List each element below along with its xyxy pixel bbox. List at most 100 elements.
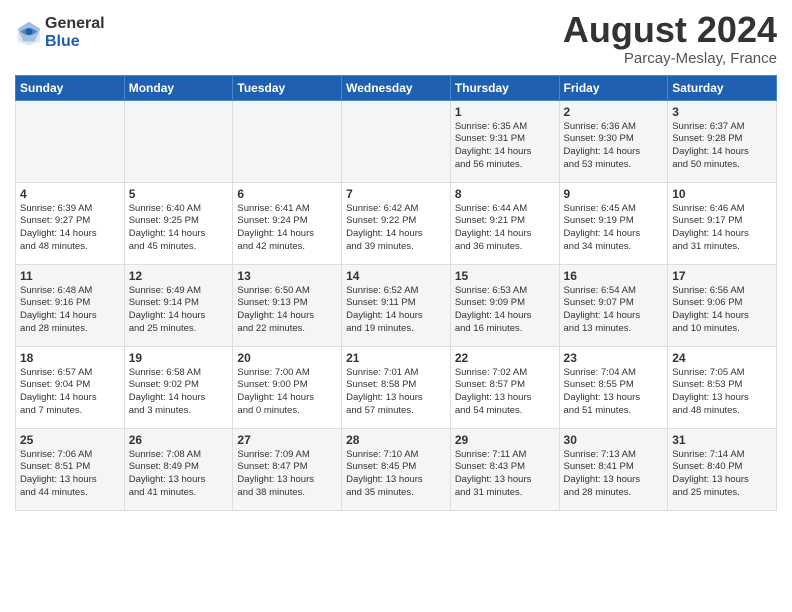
day-number: 27: [237, 433, 337, 447]
calendar-cell: 10 Sunrise: 6:46 AM Sunset: 9:17 PM Dayli…: [668, 182, 777, 264]
calendar-cell: 3Sunrise: 6:37 AM Sunset: 9:28 PM Daylig…: [668, 100, 777, 182]
title-area: August 2024 Parcay-Meslay, France: [563, 10, 777, 67]
header: General Blue August 2024 Parcay-Meslay, …: [15, 10, 777, 67]
calendar-cell: 28Sunrise: 7:10 AM Sunset: 8:45 PM Dayli…: [342, 428, 451, 510]
calendar-cell: 19Sunrise: 6:58 AM Sunset: 9:02 PM Dayli…: [124, 346, 233, 428]
day-number: 29: [455, 433, 555, 447]
logo-blue: Blue: [45, 33, 105, 51]
calendar-cell: [342, 100, 451, 182]
calendar-cell: 22Sunrise: 7:02 AM Sunset: 8:57 PM Dayli…: [450, 346, 559, 428]
day-info: Sunrise: 7:14 AM Sunset: 8:40 PM Dayligh…: [672, 449, 772, 500]
day-info: Sunrise: 7:00 AM Sunset: 9:00 PM Dayligh…: [237, 367, 337, 418]
calendar-cell: 18 Sunrise: 6:57 AM Sunset: 9:04 PM Dayli…: [16, 346, 125, 428]
calendar-cell: 26 Sunrise: 7:08 AM Sunset: 8:49 PM Dayli…: [124, 428, 233, 510]
day-info: Sunrise: 7:11 AM Sunset: 8:43 PM Dayligh…: [455, 449, 555, 500]
day-info: Sunrise: 6:44 AM Sunset: 9:21 PM Dayligh…: [455, 203, 555, 254]
day-info: Sunrise: 6:50 AM Sunset: 9:13 PM Dayligh…: [237, 285, 337, 336]
col-thursday: Thursday: [450, 75, 559, 100]
day-info: Sunrise: 6:45 AM Sunset: 9:19 PM Dayligh…: [564, 203, 664, 254]
day-number: 22: [455, 351, 555, 365]
logo: General Blue: [15, 15, 105, 50]
calendar-cell: 25 Sunrise: 7:06 AM Sunset: 8:51 PM Dayli…: [16, 428, 125, 510]
calendar-cell: 11 Sunrise: 6:48 AM Sunset: 9:16 PM Dayli…: [16, 264, 125, 346]
calendar-cell: 2 Sunrise: 6:36 AM Sunset: 9:30 PM Daylig…: [559, 100, 668, 182]
day-number: 26: [129, 433, 229, 447]
day-number: 1: [455, 105, 555, 119]
col-wednesday: Wednesday: [342, 75, 451, 100]
logo-text: General Blue: [45, 15, 105, 50]
week-row-3: 11 Sunrise: 6:48 AM Sunset: 9:16 PM Dayli…: [16, 264, 777, 346]
month-title: August 2024: [563, 10, 777, 50]
day-number: 10: [672, 187, 772, 201]
calendar-table: Sunday Monday Tuesday Wednesday Thursday…: [15, 75, 777, 511]
calendar-cell: 21 Sunrise: 7:01 AM Sunset: 8:58 PM Dayli…: [342, 346, 451, 428]
calendar-cell: 16Sunrise: 6:54 AM Sunset: 9:07 PM Dayli…: [559, 264, 668, 346]
day-info: Sunrise: 6:42 AM Sunset: 9:22 PM Dayligh…: [346, 203, 446, 254]
calendar-cell: [16, 100, 125, 182]
col-tuesday: Tuesday: [233, 75, 342, 100]
logo-icon: [15, 19, 43, 47]
header-row: Sunday Monday Tuesday Wednesday Thursday…: [16, 75, 777, 100]
day-number: 20: [237, 351, 337, 365]
day-number: 25: [20, 433, 120, 447]
week-row-4: 18 Sunrise: 6:57 AM Sunset: 9:04 PM Dayli…: [16, 346, 777, 428]
day-info: Sunrise: 6:36 AM Sunset: 9:30 PM Dayligh…: [564, 121, 664, 172]
col-sunday: Sunday: [16, 75, 125, 100]
day-number: 9: [564, 187, 664, 201]
day-number: 2: [564, 105, 664, 119]
day-info: Sunrise: 7:01 AM Sunset: 8:58 PM Dayligh…: [346, 367, 446, 418]
day-number: 8: [455, 187, 555, 201]
calendar-cell: 5 Sunrise: 6:40 AM Sunset: 9:25 PM Daylig…: [124, 182, 233, 264]
day-number: 12: [129, 269, 229, 283]
day-info: Sunrise: 6:52 AM Sunset: 9:11 PM Dayligh…: [346, 285, 446, 336]
calendar-cell: 1 Sunrise: 6:35 AM Sunset: 9:31 PM Daylig…: [450, 100, 559, 182]
day-number: 21: [346, 351, 446, 365]
calendar-cell: 23 Sunrise: 7:04 AM Sunset: 8:55 PM Dayli…: [559, 346, 668, 428]
week-row-1: 1 Sunrise: 6:35 AM Sunset: 9:31 PM Daylig…: [16, 100, 777, 182]
day-info: Sunrise: 6:46 AM Sunset: 9:17 PM Dayligh…: [672, 203, 772, 254]
day-info: Sunrise: 7:04 AM Sunset: 8:55 PM Dayligh…: [564, 367, 664, 418]
week-row-2: 4 Sunrise: 6:39 AM Sunset: 9:27 PM Daylig…: [16, 182, 777, 264]
location: Parcay-Meslay, France: [563, 50, 777, 67]
day-number: 19: [129, 351, 229, 365]
day-number: 13: [237, 269, 337, 283]
day-number: 31: [672, 433, 772, 447]
calendar-cell: 20 Sunrise: 7:00 AM Sunset: 9:00 PM Dayli…: [233, 346, 342, 428]
week-row-5: 25 Sunrise: 7:06 AM Sunset: 8:51 PM Dayli…: [16, 428, 777, 510]
col-monday: Monday: [124, 75, 233, 100]
calendar-cell: 29 Sunrise: 7:11 AM Sunset: 8:43 PM Dayli…: [450, 428, 559, 510]
day-info: Sunrise: 6:56 AM Sunset: 9:06 PM Dayligh…: [672, 285, 772, 336]
day-number: 7: [346, 187, 446, 201]
day-info: Sunrise: 7:08 AM Sunset: 8:49 PM Dayligh…: [129, 449, 229, 500]
logo-general: General: [45, 15, 105, 33]
day-number: 18: [20, 351, 120, 365]
calendar-cell: 15Sunrise: 6:53 AM Sunset: 9:09 PM Dayli…: [450, 264, 559, 346]
day-number: 4: [20, 187, 120, 201]
calendar-cell: 7 Sunrise: 6:42 AM Sunset: 9:22 PM Daylig…: [342, 182, 451, 264]
main-container: General Blue August 2024 Parcay-Meslay, …: [0, 0, 792, 612]
day-info: Sunrise: 6:40 AM Sunset: 9:25 PM Dayligh…: [129, 203, 229, 254]
calendar-cell: 12 Sunrise: 6:49 AM Sunset: 9:14 PM Dayli…: [124, 264, 233, 346]
calendar-cell: 13 Sunrise: 6:50 AM Sunset: 9:13 PM Dayli…: [233, 264, 342, 346]
day-number: 5: [129, 187, 229, 201]
day-info: Sunrise: 6:48 AM Sunset: 9:16 PM Dayligh…: [20, 285, 120, 336]
day-info: Sunrise: 6:39 AM Sunset: 9:27 PM Dayligh…: [20, 203, 120, 254]
day-info: Sunrise: 7:09 AM Sunset: 8:47 PM Dayligh…: [237, 449, 337, 500]
day-info: Sunrise: 6:35 AM Sunset: 9:31 PM Dayligh…: [455, 121, 555, 172]
day-info: Sunrise: 6:53 AM Sunset: 9:09 PM Dayligh…: [455, 285, 555, 336]
calendar-cell: [124, 100, 233, 182]
day-info: Sunrise: 6:57 AM Sunset: 9:04 PM Dayligh…: [20, 367, 120, 418]
day-info: Sunrise: 6:54 AM Sunset: 9:07 PM Dayligh…: [564, 285, 664, 336]
calendar-cell: 24Sunrise: 7:05 AM Sunset: 8:53 PM Dayli…: [668, 346, 777, 428]
day-number: 3: [672, 105, 772, 119]
day-number: 23: [564, 351, 664, 365]
col-friday: Friday: [559, 75, 668, 100]
day-info: Sunrise: 6:41 AM Sunset: 9:24 PM Dayligh…: [237, 203, 337, 254]
day-info: Sunrise: 7:06 AM Sunset: 8:51 PM Dayligh…: [20, 449, 120, 500]
col-saturday: Saturday: [668, 75, 777, 100]
day-info: Sunrise: 6:49 AM Sunset: 9:14 PM Dayligh…: [129, 285, 229, 336]
day-number: 24: [672, 351, 772, 365]
day-number: 11: [20, 269, 120, 283]
calendar-cell: 4 Sunrise: 6:39 AM Sunset: 9:27 PM Daylig…: [16, 182, 125, 264]
calendar-cell: 31 Sunrise: 7:14 AM Sunset: 8:40 PM Dayli…: [668, 428, 777, 510]
